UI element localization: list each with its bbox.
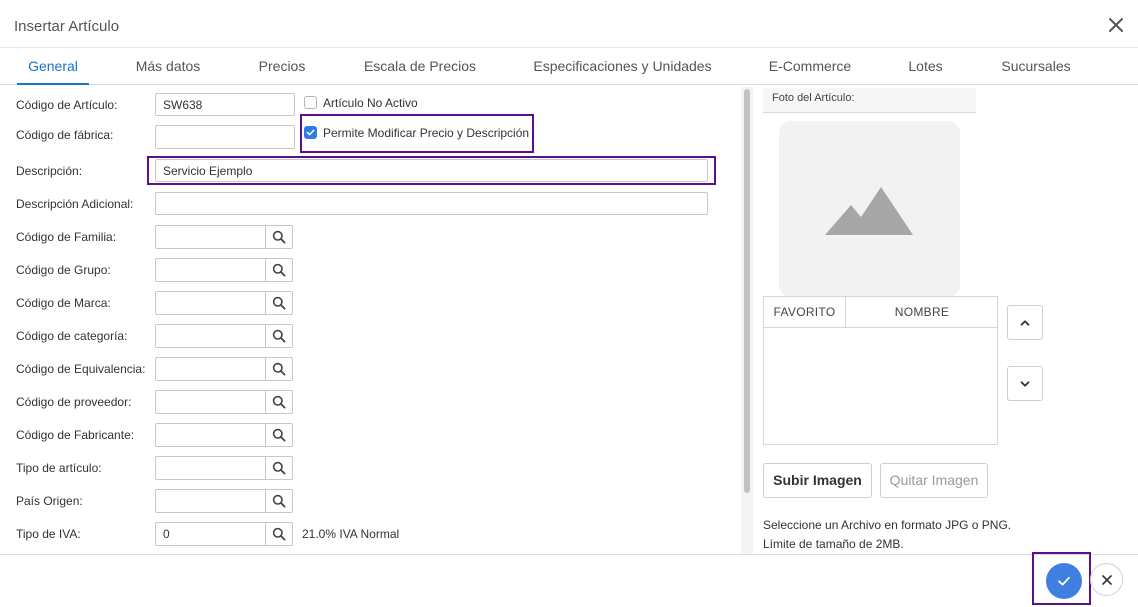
codigo-marca-lookup — [155, 291, 293, 315]
tab-general[interactable]: General — [17, 48, 89, 85]
descripcion-adicional-label: Descripción Adicional: — [16, 197, 134, 211]
search-icon — [272, 494, 286, 508]
search-icon — [272, 296, 286, 310]
subir-imagen-button[interactable]: Subir Imagen — [763, 463, 872, 498]
codigo-grupo-lookup — [155, 258, 293, 282]
codigo-equivalencia-label: Código de Equivalencia: — [16, 362, 146, 376]
codigo-marca-label: Código de Marca: — [16, 296, 111, 310]
codigo-proveedor-search-button[interactable] — [265, 390, 293, 414]
tipo-iva-label: Tipo de IVA: — [16, 527, 81, 541]
codigo-fabricante-search-button[interactable] — [265, 423, 293, 447]
checkmark-icon — [306, 129, 315, 136]
codigo-categoria-lookup — [155, 324, 293, 348]
codigo-categoria-label: Código de categoría: — [16, 329, 128, 343]
dialog-footer — [0, 554, 1138, 607]
confirm-button[interactable] — [1046, 563, 1082, 599]
codigo-equivalencia-lookup — [155, 357, 293, 381]
search-icon — [272, 362, 286, 376]
scrollbar-thumb[interactable] — [744, 89, 750, 493]
quitar-imagen-button[interactable]: Quitar Imagen — [880, 463, 988, 498]
codigo-grupo-label: Código de Grupo: — [16, 263, 111, 277]
file-size-note: Límite de tamaño de 2MB. — [763, 537, 904, 551]
move-up-button[interactable] — [1007, 305, 1043, 340]
codigo-articulo-label: Código de Artículo: — [16, 98, 118, 112]
codigo-fabricante-label: Código de Fabricante: — [16, 428, 135, 442]
tab-escala-precios[interactable]: Escala de Precios — [360, 48, 480, 85]
permite-modificar-checkbox[interactable] — [304, 126, 317, 139]
tipo-articulo-label: Tipo de artículo: — [16, 461, 102, 475]
search-icon — [272, 329, 286, 343]
nombre-column-header[interactable]: NOMBRE — [847, 297, 997, 327]
tipo-iva-search-button[interactable] — [265, 522, 293, 546]
codigo-categoria-input[interactable] — [155, 324, 266, 348]
image-placeholder-icon — [825, 187, 913, 235]
codigo-proveedor-lookup — [155, 390, 293, 414]
codigo-familia-search-button[interactable] — [265, 225, 293, 249]
dialog-title: Insertar Artículo — [14, 18, 120, 35]
pais-origen-input[interactable] — [155, 489, 266, 513]
tab-precios[interactable]: Precios — [253, 48, 311, 85]
cancel-button[interactable] — [1090, 563, 1123, 596]
search-icon — [272, 428, 286, 442]
tab-lotes[interactable]: Lotes — [903, 48, 948, 85]
codigo-articulo-input[interactable] — [155, 93, 295, 116]
tipo-articulo-lookup — [155, 456, 293, 480]
codigo-proveedor-label: Código de proveedor: — [16, 395, 132, 409]
pais-origen-label: País Origen: — [16, 494, 83, 508]
tab-sucursales[interactable]: Sucursales — [998, 48, 1074, 85]
tipo-iva-lookup — [155, 522, 293, 546]
pais-origen-search-button[interactable] — [265, 489, 293, 513]
search-icon — [272, 395, 286, 409]
chevron-up-icon — [1020, 319, 1030, 326]
codigo-grupo-input[interactable] — [155, 258, 266, 282]
foto-articulo-label: Foto del Artículo: — [763, 88, 976, 113]
codigo-familia-lookup — [155, 225, 293, 249]
codigo-proveedor-input[interactable] — [155, 390, 266, 414]
tipo-iva-input[interactable] — [155, 522, 266, 546]
search-icon — [272, 461, 286, 475]
permite-modificar-label: Permite Modificar Precio y Descripción — [323, 126, 530, 140]
tab-especificaciones[interactable]: Especificaciones y Unidades — [530, 48, 715, 85]
close-icon — [1101, 574, 1112, 585]
image-list-table: FAVORITO NOMBRE — [763, 296, 998, 445]
codigo-equivalencia-search-button[interactable] — [265, 357, 293, 381]
descripcion-input[interactable] — [155, 159, 708, 182]
codigo-fabricante-lookup — [155, 423, 293, 447]
tipo-articulo-input[interactable] — [155, 456, 266, 480]
descripcion-adicional-input[interactable] — [155, 192, 708, 215]
pais-origen-lookup — [155, 489, 293, 513]
descripcion-label: Descripción: — [16, 164, 83, 178]
tipo-iva-description: 21.0% IVA Normal — [302, 527, 400, 541]
check-icon — [1058, 576, 1070, 586]
dialog-header: Insertar Artículo — [0, 0, 1138, 48]
chevron-down-icon — [1020, 380, 1030, 387]
articulo-no-activo-label: Artículo No Activo — [323, 96, 418, 110]
image-list-header: FAVORITO NOMBRE — [764, 297, 997, 328]
tab-mas-datos[interactable]: Más datos — [130, 48, 206, 85]
tab-ecommerce[interactable]: E-Commerce — [765, 48, 855, 85]
tipo-articulo-search-button[interactable] — [265, 456, 293, 480]
search-icon — [272, 230, 286, 244]
favorito-column-header[interactable]: FAVORITO — [764, 297, 846, 327]
codigo-fabrica-input[interactable] — [155, 125, 295, 149]
close-icon[interactable] — [1105, 14, 1127, 36]
codigo-grupo-search-button[interactable] — [265, 258, 293, 282]
search-icon — [272, 263, 286, 277]
move-down-button[interactable] — [1007, 366, 1043, 401]
search-icon — [272, 527, 286, 541]
codigo-categoria-search-button[interactable] — [265, 324, 293, 348]
codigo-familia-label: Código de Familia: — [16, 230, 117, 244]
codigo-marca-input[interactable] — [155, 291, 266, 315]
codigo-equivalencia-input[interactable] — [155, 357, 266, 381]
file-format-note: Seleccione un Archivo en formato JPG o P… — [763, 518, 1012, 532]
form-scrollbar[interactable] — [741, 87, 753, 554]
codigo-marca-search-button[interactable] — [265, 291, 293, 315]
codigo-familia-input[interactable] — [155, 225, 266, 249]
codigo-fabricante-input[interactable] — [155, 423, 266, 447]
articulo-no-activo-checkbox[interactable] — [304, 96, 317, 109]
tab-bar: General Más datos Precios Escala de Prec… — [0, 48, 1138, 85]
codigo-fabrica-label: Código de fábrica: — [16, 128, 114, 142]
photo-placeholder — [779, 121, 960, 297]
